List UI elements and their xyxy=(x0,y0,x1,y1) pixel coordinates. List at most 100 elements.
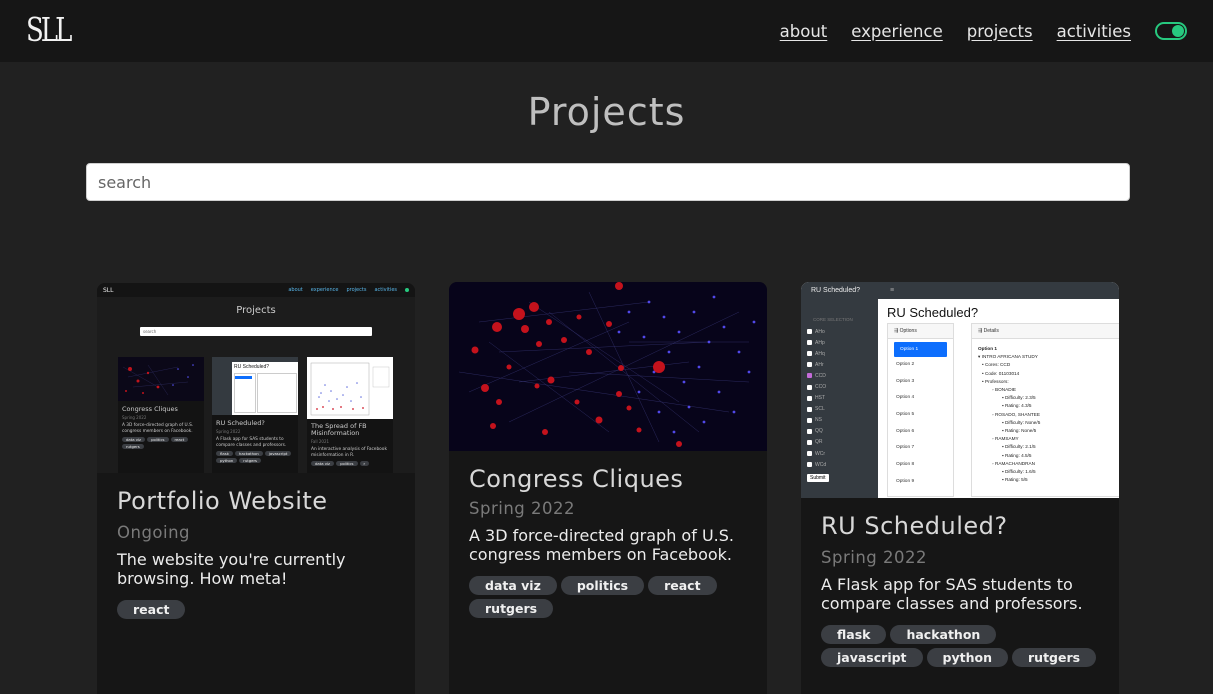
preview-search: search xyxy=(140,327,372,336)
card-title[interactable]: Portfolio Website xyxy=(117,487,395,515)
option-item: Option 4 xyxy=(896,395,915,401)
option-item: Option 3 xyxy=(896,378,915,384)
option-item: Option 8 xyxy=(896,462,915,468)
card-body: RU Scheduled? Spring 2022 A Flask app fo… xyxy=(801,498,1119,667)
tag-react[interactable]: react xyxy=(648,576,717,595)
preview-card-tags: data viz politics r xyxy=(311,461,393,466)
preview-options-header: ⇶ Options xyxy=(888,324,953,339)
core-option: QR xyxy=(807,437,878,448)
preview-card-desc: A Flask app for SAS students to compare … xyxy=(216,437,287,448)
checkbox-icon xyxy=(807,395,812,401)
option-item: Option 9 xyxy=(896,478,915,484)
checkbox-icon xyxy=(807,329,812,335)
preview-navbar: SLL about experience projects activities xyxy=(97,283,415,297)
detail-line: Option 1 xyxy=(978,346,998,351)
card-tags: data viz politics react rutgers xyxy=(469,576,747,618)
checkbox-icon xyxy=(807,439,812,445)
detail-line: • Code: 01103014 xyxy=(982,370,1020,376)
preview-tag: rutgers xyxy=(122,444,144,449)
tag-rutgers[interactable]: rutgers xyxy=(1012,648,1097,667)
preview-card-tags: data viz politics react rutgers xyxy=(122,437,204,449)
project-card-ru-scheduled[interactable]: RU Scheduled? ≡ CORE SELECTION AHo AHp AHq… xyxy=(801,282,1119,694)
preview-tag: data viz xyxy=(122,437,146,442)
tag-javascript[interactable]: javascript xyxy=(821,648,923,667)
card-body: Congress Cliques Spring 2022 A 3D force-… xyxy=(449,451,767,618)
card-description: A Flask app for SAS students to compare … xyxy=(821,575,1083,613)
core-option-label: AHp xyxy=(815,339,825,346)
nav-link-about[interactable]: about xyxy=(780,22,828,41)
tag-python[interactable]: python xyxy=(926,648,1008,667)
detail-line: ▾ INTRO AFRICANA STUDY xyxy=(978,354,1038,360)
search-input[interactable] xyxy=(86,163,1130,201)
option-item: Option 5 xyxy=(896,412,915,418)
preview-tag: react xyxy=(170,437,189,442)
option-item-selected: Option 1 xyxy=(894,342,947,357)
preview-card-desc: An interactive analysis of Facebook misi… xyxy=(311,447,387,458)
preview-nav-links: about experience projects activities xyxy=(288,287,409,293)
detail-line: ◦ RAMACHANDRAN xyxy=(992,460,1036,466)
detail-line: ▪ Difficulty: None/5 xyxy=(1002,419,1041,425)
core-option: CCO xyxy=(807,381,878,392)
preview-card-title: The Spread of FB Misinformation xyxy=(311,422,367,437)
preview-tag: politics xyxy=(336,461,358,466)
core-option: AHp xyxy=(807,337,878,348)
preview-toggle-icon xyxy=(405,288,409,292)
preview-details-title: Details xyxy=(983,328,999,334)
site-logo[interactable]: SLL xyxy=(26,12,72,50)
core-option-label: AHo xyxy=(815,328,825,335)
core-option: CCD xyxy=(807,370,878,381)
detail-line: ▪ Rating: 4.3/5 xyxy=(1002,403,1032,409)
core-option: AHo xyxy=(807,326,878,337)
preview-tag: flask xyxy=(216,451,233,456)
toggle-knob xyxy=(1172,25,1184,37)
card-title[interactable]: Congress Cliques xyxy=(469,465,747,493)
core-option-label: CCO xyxy=(815,384,827,391)
tag-politics[interactable]: politics xyxy=(560,576,645,595)
core-option: QQ xyxy=(807,426,878,437)
card-date: Spring 2022 xyxy=(821,548,927,567)
preview-tag: javascript xyxy=(264,451,292,456)
core-option-label: AHr xyxy=(815,361,824,368)
nav-link-experience[interactable]: experience xyxy=(851,22,942,41)
card-description: A 3D force-directed graph of U.S. congre… xyxy=(469,526,734,564)
card-date: Spring 2022 xyxy=(469,499,575,518)
project-card-portfolio[interactable]: SLL about experience projects activities… xyxy=(97,283,415,694)
core-option-label: QQ xyxy=(815,428,823,435)
option-item: Option 7 xyxy=(896,445,915,451)
tag-flask[interactable]: flask xyxy=(821,625,887,644)
nav-link-activities[interactable]: activities xyxy=(1057,22,1131,41)
nav-link-projects[interactable]: projects xyxy=(967,22,1033,41)
detail-line: ◦ RAMSAMY xyxy=(992,436,1019,442)
detail-line: ▪ Rating: 4.5/5 xyxy=(1002,452,1032,458)
preview-card: Congress Cliques Spring 2022 A 3D force-… xyxy=(118,357,204,473)
preview-logo: SLL xyxy=(103,286,114,294)
network-graph-icon xyxy=(458,282,756,447)
detail-line: ▪ Rating: 5/5 xyxy=(1002,477,1028,483)
core-option-label: CCD xyxy=(815,372,826,379)
core-option-label: NS xyxy=(815,417,822,424)
preview-card-image: RU Scheduled? xyxy=(212,357,298,415)
checkbox-icon xyxy=(807,373,812,379)
option-item: Option 2 xyxy=(896,362,915,367)
card-title[interactable]: RU Scheduled? xyxy=(821,512,1099,540)
preview-submit-button: Submit xyxy=(807,474,829,482)
core-option: WCr xyxy=(807,448,878,459)
core-option-label: SCL xyxy=(815,406,825,413)
detail-line: • Cores: CCD xyxy=(982,362,1011,368)
checkbox-icon xyxy=(807,340,812,346)
project-card-congress-cliques[interactable]: Congress Cliques Spring 2022 A 3D force-… xyxy=(449,282,767,694)
checkbox-icon xyxy=(807,384,812,390)
tag-data-viz[interactable]: data viz xyxy=(469,576,557,595)
preview-nav-about: about xyxy=(288,287,303,293)
nav-links: about experience projects activities xyxy=(780,22,1187,41)
preview-heading: RU Scheduled? xyxy=(887,305,979,320)
core-option-label: WCd xyxy=(815,461,827,468)
tag-hackathon[interactable]: hackathon xyxy=(890,625,997,644)
tag-react[interactable]: react xyxy=(117,600,186,619)
preview-nav-activities: activities xyxy=(374,287,397,293)
preview-tag: r xyxy=(359,461,370,466)
theme-toggle[interactable] xyxy=(1155,22,1187,40)
tag-rutgers[interactable]: rutgers xyxy=(469,599,554,618)
detail-line: • Professors: xyxy=(982,378,1009,384)
core-option-label: AHq xyxy=(815,350,825,357)
